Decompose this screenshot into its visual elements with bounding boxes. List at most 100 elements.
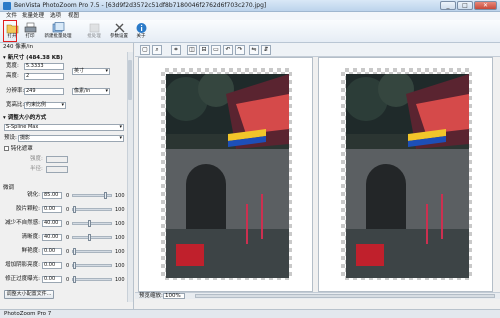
slider-max: 100 xyxy=(115,263,125,269)
zoom-select[interactable]: 100% xyxy=(163,293,185,299)
result-preview-pane[interactable] xyxy=(318,57,493,292)
print-button[interactable]: 打印 xyxy=(18,21,42,42)
status-text: PhotoZoom Pro 7 xyxy=(4,311,52,317)
result-photo xyxy=(346,74,469,278)
original-preview-pane[interactable] xyxy=(138,57,313,292)
settings-icon xyxy=(114,23,124,33)
slider-knob[interactable] xyxy=(87,234,91,241)
slider-label: 锐化: xyxy=(27,192,40,198)
slider-value-field[interactable]: 40.00 xyxy=(42,234,62,241)
slider-value-field[interactable]: 0.00 xyxy=(42,276,62,283)
fine-tune-slider[interactable] xyxy=(72,276,112,283)
zoom-bar: 预览缩放: 100% xyxy=(135,292,500,299)
split-horizontal-button[interactable]: ⊟ xyxy=(199,45,209,55)
fine-tune-slider[interactable] xyxy=(72,248,112,255)
source-resolution: 240 像素/in xyxy=(3,44,34,50)
fine-tune-slider[interactable] xyxy=(72,262,112,269)
unsharp-radius-field[interactable] xyxy=(46,166,68,173)
resize-profile-button[interactable]: 调整大小配置文件... xyxy=(4,290,54,299)
resolution-field[interactable]: 249 xyxy=(24,88,64,95)
panel-scroll-thumb[interactable] xyxy=(128,60,132,100)
settings-label: 参数设置 xyxy=(110,34,128,39)
new-size-header: ▾ 新尺寸 (484.38 KB) xyxy=(3,55,63,61)
open-button-highlight xyxy=(3,20,17,42)
slider-max: 100 xyxy=(115,235,125,241)
minimize-button[interactable]: _ xyxy=(440,1,456,10)
crop-button[interactable]: ⌗ xyxy=(171,45,181,55)
unsharp-strength-field[interactable] xyxy=(46,156,68,163)
fine-tune-slider[interactable] xyxy=(72,234,112,241)
fine-tune-slider[interactable] xyxy=(72,206,112,213)
single-view-button[interactable]: ▭ xyxy=(211,45,221,55)
menu-view[interactable]: 视图 xyxy=(64,12,83,20)
original-photo xyxy=(166,74,289,278)
ratio-select[interactable]: 约束比例 xyxy=(24,102,66,109)
method-select[interactable]: S-Spline Max xyxy=(4,124,124,131)
slider-knob[interactable] xyxy=(73,262,76,269)
slider-knob[interactable] xyxy=(104,192,108,199)
about-label: 关于 xyxy=(136,34,146,39)
slider-knob[interactable] xyxy=(73,276,76,283)
slider-max: 100 xyxy=(115,193,125,199)
zoom-label: 预览缩放: xyxy=(139,293,163,299)
resolution-unit-select[interactable]: 像素/in xyxy=(72,88,110,95)
horizontal-scrollbar[interactable] xyxy=(195,294,495,298)
slider-value-field[interactable]: 85.00 xyxy=(42,192,62,199)
slider-max: 100 xyxy=(115,249,125,255)
slider-min: 0 xyxy=(66,207,70,213)
unsharp-strength-label: 强度: xyxy=(30,156,43,162)
menu-options[interactable]: 选项 xyxy=(46,12,65,20)
new-batch-button[interactable]: 新建批量处理 xyxy=(42,21,74,42)
slider-label: 清晰度: xyxy=(21,234,40,240)
slider-knob[interactable] xyxy=(73,248,76,255)
rotate-right-button[interactable]: ↷ xyxy=(235,45,245,55)
resolution-label: 分辨率: xyxy=(6,88,25,94)
unsharp-label: 钝化遮罩 xyxy=(10,146,33,152)
slider-value-field[interactable]: 0.00 xyxy=(42,262,62,269)
view-toolbar: ▢ ⌕ ⌗ ◫ ⊟ ▭ ↶ ↷ ⇋ ⇵ xyxy=(135,43,500,57)
printer-icon xyxy=(24,22,36,33)
preset-select[interactable]: 摄影 xyxy=(18,135,124,142)
unit-select[interactable]: 英寸 xyxy=(72,68,110,75)
title-bar: BenVista PhotoZoom Pro 7.5 - [63d9f2d357… xyxy=(0,0,500,12)
batch-icon xyxy=(89,23,99,33)
flip-vertical-button[interactable]: ⇵ xyxy=(261,45,271,55)
unsharp-row[interactable]: 钝化遮罩 xyxy=(4,146,33,153)
new-size-header-text: 新尺寸 (484.38 KB) xyxy=(7,55,63,61)
slider-value-field[interactable]: 40.00 xyxy=(42,220,62,227)
slider-knob[interactable] xyxy=(73,206,76,213)
settings-button[interactable]: 参数设置 xyxy=(106,21,132,42)
slider-min: 0 xyxy=(66,221,70,227)
slider-min: 0 xyxy=(66,277,70,283)
batch-button[interactable]: 批处理 xyxy=(84,21,104,42)
height-field[interactable]: 2 xyxy=(24,73,64,80)
unsharp-checkbox[interactable] xyxy=(4,146,9,151)
slider-value-field[interactable]: 0.00 xyxy=(42,206,62,213)
slider-min: 0 xyxy=(66,249,70,255)
slider-label: 减少不自然感: xyxy=(5,220,40,226)
status-bar: PhotoZoom Pro 7 xyxy=(0,309,500,318)
flip-horizontal-button[interactable]: ⇋ xyxy=(249,45,259,55)
slider-label: 增加阴影亮度: xyxy=(5,262,40,268)
split-view-button[interactable]: ◫ xyxy=(187,45,197,55)
menu-batch[interactable]: 批量处理 xyxy=(18,12,48,20)
slider-min: 0 xyxy=(66,263,70,269)
slider-knob[interactable] xyxy=(87,220,91,227)
view-mode-button[interactable]: ▢ xyxy=(140,45,150,55)
fine-tune-slider[interactable] xyxy=(72,192,112,199)
slider-value-field[interactable]: 0.00 xyxy=(42,248,62,255)
width-label: 宽度: xyxy=(6,63,19,69)
width-field[interactable]: 5.3333 xyxy=(24,63,64,70)
maximize-button[interactable]: □ xyxy=(457,1,473,10)
main-toolbar: 打开 打印 新建批量处理 批处理 参数设置 关于 xyxy=(0,20,500,43)
slider-min: 0 xyxy=(66,193,70,199)
rotate-left-button[interactable]: ↶ xyxy=(223,45,233,55)
fine-tune-slider[interactable] xyxy=(72,220,112,227)
zoom-button[interactable]: ⌕ xyxy=(152,45,162,55)
resize-method-header: ▾ 调整大小的方式 xyxy=(3,115,47,121)
about-button[interactable]: 关于 xyxy=(132,21,150,42)
slider-label: 鲜艳度: xyxy=(21,248,40,254)
ratio-label: 宽高比: xyxy=(6,102,25,108)
close-button[interactable]: ✕ xyxy=(474,1,497,10)
slider-label: 修正过度曝光: xyxy=(5,276,40,282)
